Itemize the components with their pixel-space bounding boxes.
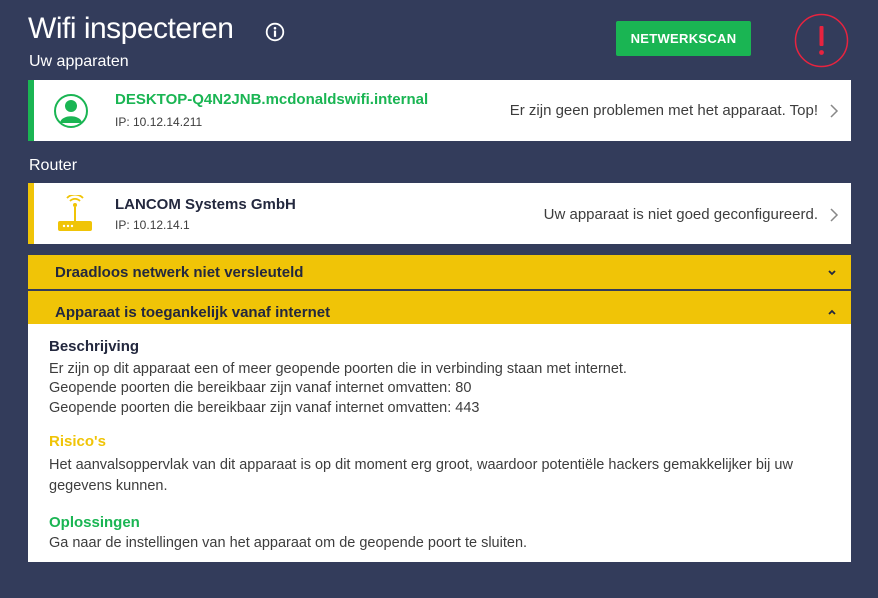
chevron-up-icon[interactable]	[827, 307, 837, 317]
issue-details-panel: Beschrijving Er zijn op dit apparaat een…	[28, 324, 851, 562]
device-ip: IP: 10.12.14.211	[115, 115, 203, 129]
solutions-text: Ga naar de instellingen van het apparaat…	[49, 535, 528, 551]
info-icon[interactable]	[265, 22, 285, 42]
description-heading: Beschrijving	[49, 338, 140, 355]
risks-text: Het aanvalsoppervlak van dit apparaat is…	[49, 457, 793, 494]
description-line: Geopende poorten die bereikbaar zijn van…	[49, 380, 472, 396]
risks-heading: Risico's	[49, 433, 106, 450]
devices-section-label: Uw apparaten	[29, 53, 129, 70]
network-scan-button[interactable]: NETWERKSCAN	[616, 21, 751, 56]
solutions-heading: Oplossingen	[49, 514, 140, 531]
router-name: LANCOM Systems GmbH	[115, 196, 296, 213]
chevron-right-icon[interactable]	[829, 103, 839, 119]
device-name: DESKTOP-Q4N2JNB.mcdonaldswifi.internal	[115, 91, 429, 108]
alert-icon	[794, 13, 849, 68]
device-card[interactable]: DESKTOP-Q4N2JNB.mcdonaldswifi.internal I…	[28, 80, 851, 141]
issue-unencrypted-network[interactable]: Draadloos netwerk niet versleuteld	[28, 255, 851, 289]
router-status-text: Uw apparaat is niet goed geconfigureerd.	[543, 206, 818, 223]
page-title: Wifi inspecteren	[28, 12, 234, 45]
chevron-down-icon[interactable]	[827, 267, 837, 277]
issue-label: Apparaat is toegankelijk vanaf internet	[55, 304, 331, 321]
issue-internet-accessible[interactable]: Apparaat is toegankelijk vanaf internet	[28, 291, 851, 325]
router-ip: IP: 10.12.14.1	[115, 218, 190, 232]
issue-label: Draadloos netwerk niet versleuteld	[55, 264, 304, 281]
user-icon	[54, 94, 88, 128]
router-icon	[58, 195, 92, 231]
description-line: Geopende poorten die bereikbaar zijn van…	[49, 400, 480, 416]
device-status-text: Er zijn geen problemen met het apparaat.…	[509, 102, 818, 119]
router-status-stripe	[28, 183, 34, 244]
device-status-stripe	[28, 80, 34, 141]
description-line: Er zijn op dit apparaat een of meer geop…	[49, 361, 627, 377]
router-card[interactable]: LANCOM Systems GmbH IP: 10.12.14.1 Uw ap…	[28, 183, 851, 244]
chevron-right-icon[interactable]	[829, 207, 839, 223]
router-section-label: Router	[29, 157, 78, 174]
